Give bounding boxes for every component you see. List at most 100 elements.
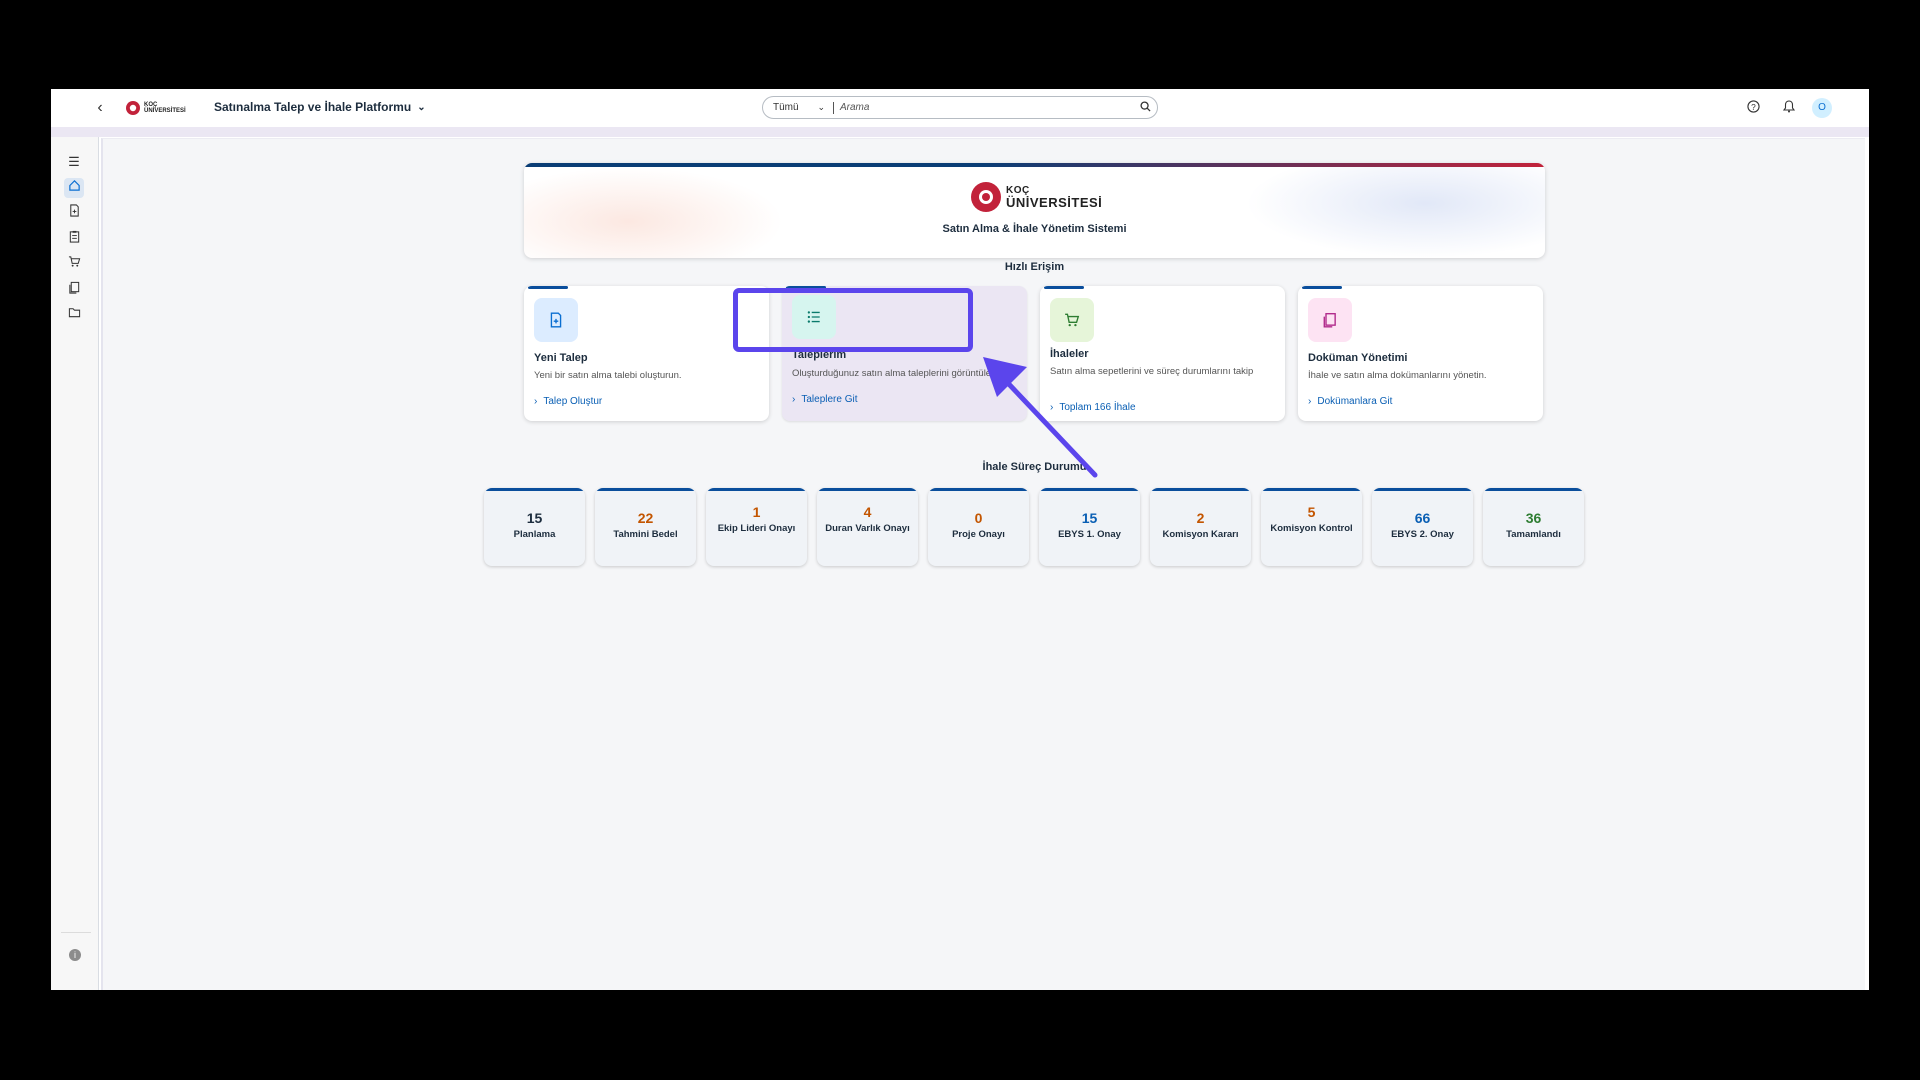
tile-label: Komisyon Kararı [1162,529,1239,540]
search-divider [833,101,834,114]
status-tile-ekip-lideri-onayi[interactable]: 1 Ekip Lideri Onayı [706,488,807,566]
tile-accent [928,488,1029,491]
tile-accent [1372,488,1473,491]
document-add-icon[interactable] [64,203,84,223]
main-content: KOÇ ÜNİVERSİTESİ Satın Alma & İhale Yöne… [101,138,1865,990]
svg-text:?: ? [1751,102,1756,112]
chevron-right-icon: › [792,394,796,405]
card-description: İhale ve satın alma dokümanlarını yöneti… [1308,370,1487,381]
sidebar-divider [61,932,91,933]
hero-decoration-right [1245,167,1545,258]
hero-logo-line1: KOÇ [1006,184,1030,196]
help-icon[interactable]: ? [1745,100,1761,116]
pointer-arrow-icon [983,357,1098,478]
search-icon[interactable] [1133,100,1157,115]
info-icon[interactable]: i [69,949,81,961]
chevron-down-icon: ⌄ [417,101,426,113]
status-tile-komisyon-karari[interactable]: 2 Komisyon Kararı [1150,488,1251,566]
header-logo-line2: ÜNİVERSİTESİ [144,108,186,114]
status-tile-tahmini-bedel[interactable]: 22 Tahmini Bedel [595,488,696,566]
tile-label: Duran Varlık Onayı [825,523,910,534]
tile-accent [1261,488,1362,491]
tile-accent [706,488,807,491]
tile-accent [595,488,696,491]
tile-value: 4 [863,504,872,520]
card-link-label: Dokümanlara Git [1317,396,1393,407]
tile-value: 66 [1414,510,1431,526]
side-navigation: ☰ i [51,137,99,990]
avatar[interactable]: O [1812,98,1832,118]
cart-icon [1050,298,1094,342]
status-tile-komisyon-kontrol[interactable]: 5 Komisyon Kontrol [1261,488,1362,566]
app-title: Satınalma Talep ve İhale Platformu [214,100,412,114]
tile-value: 15 [1081,510,1098,526]
card-link[interactable]: › Dokümanlara Git [1308,396,1392,407]
status-tile-ebys-2-onay[interactable]: 66 EBYS 2. Onay [1372,488,1473,566]
documents-icon [1308,298,1352,342]
tile-value: 1 [752,504,761,520]
tile-label: Planlama [513,529,556,540]
hero-logo-line2: ÜNİVERSİTESİ [1006,194,1103,210]
search-bar: Tümü ⌄ Arama [762,96,1158,119]
folder-icon[interactable] [64,305,84,325]
chevron-right-icon: › [1308,396,1312,407]
shell-bar: ‹ KOÇ ÜNİVERSİTESİ Satınalma Talep ve İh… [51,89,1869,128]
koc-logo-icon [971,182,1001,212]
card-title: Yeni Talep [534,352,588,364]
tile-label: Proje Onayı [952,529,1005,540]
card-description: Oluşturduğunuz satın alma taleplerini gö… [792,368,1006,379]
tile-accent [1150,488,1251,491]
cart-icon[interactable] [64,254,84,274]
tile-value: 36 [1525,510,1542,526]
tile-label: Tahmini Bedel [613,529,678,540]
header-logo[interactable]: KOÇ ÜNİVERSİTESİ [125,99,197,117]
tile-label: Tamamlandı [1506,529,1561,540]
status-tile-planlama[interactable]: 15 Planlama [484,488,585,566]
tile-accent [1039,488,1140,491]
card-title: Doküman Yönetimi [1308,352,1408,364]
app-window: ‹ KOÇ ÜNİVERSİTESİ Satınalma Talep ve İh… [51,89,1869,990]
card-link[interactable]: › Taleplere Git [792,394,857,405]
search-input[interactable]: Arama [840,102,1133,113]
tile-label: Ekip Lideri Onayı [717,523,796,534]
hero-logo: KOÇ ÜNİVERSİTESİ [970,181,1102,213]
quick-access-title: Hızlı Erişim [1004,261,1065,273]
card-link-label: Taleplere Git [801,394,858,405]
tile-label: Komisyon Kontrol [1270,523,1353,534]
tile-value: 0 [974,510,983,526]
tile-label: EBYS 2. Onay [1391,529,1454,540]
app-title-menu[interactable]: Satınalma Talep ve İhale Platformu ⌄ [214,100,426,114]
chevron-right-icon: › [534,396,538,407]
search-scope-select[interactable]: Tümü ⌄ [763,102,825,113]
status-tile-ebys-1-onay[interactable]: 15 EBYS 1. Onay [1039,488,1140,566]
document-add-icon [534,298,578,342]
hero-decoration-left [524,167,784,258]
clipboard-icon[interactable] [64,229,84,249]
search-scope-value: Tümü [773,102,799,113]
highlight-frame [733,288,973,352]
tile-value: 15 [526,510,543,526]
header-strip [51,127,1869,137]
tile-value: 2 [1196,510,1205,526]
home-icon[interactable] [64,178,84,198]
menu-icon[interactable]: ☰ [64,152,84,172]
status-tile-proje-onayi[interactable]: 0 Proje Onayı [928,488,1029,566]
documents-icon[interactable] [64,280,84,300]
koc-logo-icon [126,101,140,115]
hero-subtitle: Satın Alma & İhale Yönetim Sistemi [942,223,1127,235]
card-dokuman-yonetimi[interactable]: Doküman Yönetimi İhale ve satın alma dok… [1298,286,1543,421]
hero-banner: KOÇ ÜNİVERSİTESİ Satın Alma & İhale Yöne… [524,163,1545,258]
tile-value: 22 [637,510,654,526]
chevron-down-icon: ⌄ [817,102,825,112]
tile-value: 5 [1307,504,1316,520]
bell-icon[interactable] [1781,100,1797,116]
card-link[interactable]: › Talep Oluştur [534,396,602,407]
status-tile-duran-varlik-onayi[interactable]: 4 Duran Varlık Onayı [817,488,918,566]
card-accent [1044,286,1084,289]
card-accent [1302,286,1342,289]
status-tile-tamamlandi[interactable]: 36 Tamamlandı [1483,488,1584,566]
tile-accent [817,488,918,491]
card-link-label: Talep Oluştur [543,396,603,407]
back-icon[interactable]: ‹ [91,99,109,117]
card-description: Yeni bir satın alma talebi oluşturun. [534,370,682,381]
